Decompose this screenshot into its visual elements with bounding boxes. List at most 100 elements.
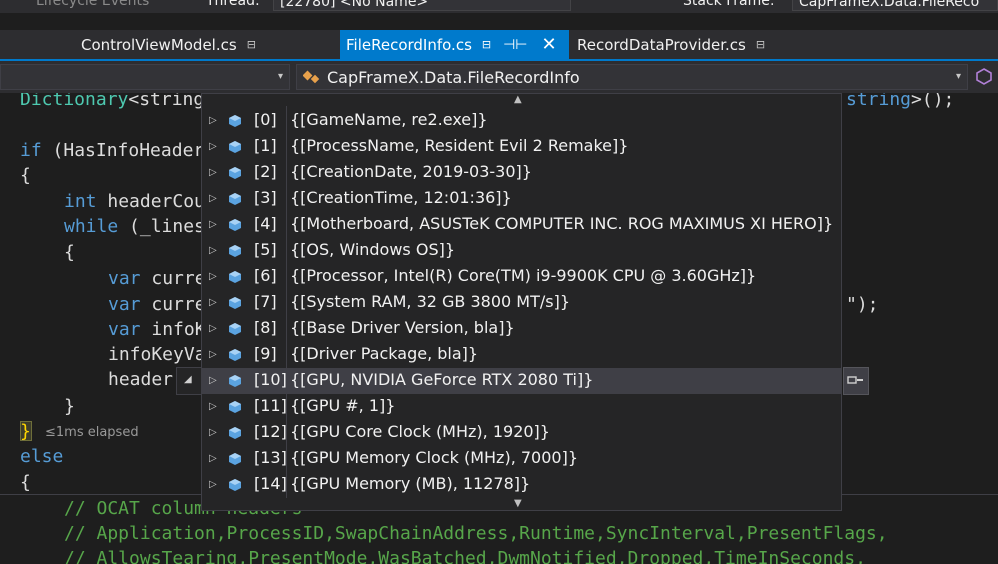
magnifier-icon: [847, 373, 865, 390]
tab-recorddataprovider[interactable]: RecordDataProvider.cs ⊟: [569, 30, 799, 59]
expand-triangle-icon[interactable]: ▷: [209, 271, 217, 282]
datatip-item-value[interactable]: {[GPU Memory Clock (MHz), 7000]}: [290, 448, 578, 467]
parent-datatip[interactable]: ◢: [176, 367, 202, 395]
thread-dropdown[interactable]: [22780] <No Name>: [273, 0, 571, 11]
expand-triangle-icon[interactable]: ▷: [209, 349, 217, 360]
datatip-item-name: [9]: [254, 344, 277, 363]
datatip-row[interactable]: ▷ [8] {[Base Driver Version, bla]}: [202, 316, 841, 342]
visualizer-button[interactable]: [843, 367, 869, 395]
datatip-row[interactable]: ▷ [13] {[GPU Memory Clock (MHz), 7000]}: [202, 446, 841, 472]
datatip-item-name: [2]: [254, 162, 277, 181]
datatip-row[interactable]: ▷ [1] {[ProcessName, Resident Evil 2 Remak…: [202, 134, 841, 160]
field-cube-icon: [229, 141, 241, 153]
code-line: var infoK: [108, 319, 206, 340]
datatip-row[interactable]: ▷ [7] {[System RAM, 32 GB 3800 MT/s]}: [202, 290, 841, 316]
datatip-popup[interactable]: ▲ ▷ [0] {[GameName, re2.exe]} ▷ [1] {[Process…: [201, 93, 842, 511]
datatip-row[interactable]: ▷ [9] {[Driver Package, bla]}: [202, 342, 841, 368]
datatip-item-value[interactable]: {[GPU, NVIDIA GeForce RTX 2080 Ti]}: [290, 370, 593, 389]
code-line: }: [64, 396, 75, 417]
datatip-item-name: [0]: [254, 110, 277, 129]
field-cube-icon: [229, 323, 241, 335]
expand-triangle-icon[interactable]: ▷: [209, 193, 217, 204]
expand-triangle-icon[interactable]: ▷: [209, 219, 217, 230]
datatip-item-name: [4]: [254, 214, 277, 233]
class-name: CapFrameX.Data.FileRecordInfo: [327, 68, 580, 87]
datatip-item-name: [14]: [254, 474, 287, 493]
perf-tip-elapsed[interactable]: ≤1ms elapsed: [45, 425, 139, 440]
datatip-row[interactable]: ▷ [12] {[GPU Core Clock (MHz), 1920]}: [202, 420, 841, 446]
expand-triangle-icon[interactable]: ▷: [209, 323, 217, 334]
datatip-item-value[interactable]: {[GPU Core Clock (MHz), 1920]}: [290, 422, 550, 441]
field-cube-icon: [229, 193, 241, 205]
code-line: }: [20, 421, 31, 442]
class-dropdown[interactable]: CapFrameX.Data.FileRecordInfo ▾: [296, 64, 968, 90]
datatip-item-value[interactable]: {[Base Driver Version, bla]}: [290, 318, 515, 337]
field-cube-icon: [229, 375, 241, 387]
tab-label: ControlViewModel.cs: [81, 35, 237, 54]
datatip-row[interactable]: ▷ [5] {[OS, Windows OS]}: [202, 238, 841, 264]
code-line: {: [20, 472, 31, 493]
debug-toolbar: Lifecycle Events Thread: [22780] <No Nam…: [0, 0, 998, 13]
thread-value: [22780] <No Name>: [280, 0, 429, 10]
tab-controlviewmodel[interactable]: ControlViewModel.cs ⊟: [70, 30, 340, 59]
code-line: {: [64, 242, 75, 263]
datatip-item-value[interactable]: {[Driver Package, bla]}: [290, 344, 478, 363]
datatip-row[interactable]: ▷ [0] {[GameName, re2.exe]}: [202, 108, 841, 134]
code-line: // AllowsTearing,PresentMode,WasBatched,…: [64, 548, 866, 564]
datatip-item-value[interactable]: {[ProcessName, Resident Evil 2 Remake]}: [290, 136, 628, 155]
datatip-item-value[interactable]: {[CreationDate, 2019-03-30]}: [290, 162, 532, 181]
datatip-item-value[interactable]: {[CreationTime, 12:01:36]}: [290, 188, 512, 207]
field-cube-icon: [229, 401, 241, 413]
datatip-row[interactable]: ▷ [14] {[GPU Memory (MB), 11278]}: [202, 472, 841, 498]
datatip-item-value[interactable]: {[OS, Windows OS]}: [290, 240, 455, 259]
collapse-arrow-icon[interactable]: ◢: [184, 374, 192, 385]
project-dropdown[interactable]: ▾: [0, 64, 290, 90]
expand-triangle-icon[interactable]: ▷: [209, 115, 217, 126]
code-line: var curre: [108, 268, 206, 289]
datatip-row[interactable]: ▷ [2] {[CreationDate, 2019-03-30]}: [202, 160, 841, 186]
expand-triangle-icon[interactable]: ▷: [209, 427, 217, 438]
datatip-item-value[interactable]: {[GPU Memory (MB), 11278]}: [290, 474, 530, 493]
datatip-item-value[interactable]: {[System RAM, 32 GB 3800 MT/s]}: [290, 292, 570, 311]
datatip-item-name: [5]: [254, 240, 277, 259]
pin-icon[interactable]: ⊟: [756, 38, 765, 51]
code-line: infoKeyVa: [108, 344, 206, 365]
field-cube-icon: [229, 479, 241, 491]
datatip-row[interactable]: ▷ [10] {[GPU, NVIDIA GeForce RTX 2080 Ti]}: [202, 368, 841, 394]
expand-triangle-icon[interactable]: ▷: [209, 141, 217, 152]
pin-icon[interactable]: ⊟: [482, 38, 491, 51]
scroll-down-icon[interactable]: ▼: [514, 498, 522, 509]
datatip-row[interactable]: ▷ [6] {[Processor, Intel(R) Core(TM) i9-99…: [202, 264, 841, 290]
datatip-item-value[interactable]: {[GameName, re2.exe]}: [290, 110, 488, 129]
datatip-item-name: [11]: [254, 396, 287, 415]
keep-tab-open-icon[interactable]: ⊣⊢: [503, 37, 527, 53]
tab-filerecordinfo[interactable]: FileRecordInfo.cs ⊟ ⊣⊢ ✕: [340, 30, 569, 59]
member-icon[interactable]: [975, 67, 993, 85]
datatip-row[interactable]: ▷ [4] {[Motherboard, ASUSTeK COMPUTER INC.…: [202, 212, 841, 238]
expand-triangle-icon[interactable]: ▷: [209, 167, 217, 178]
datatip-item-name: [8]: [254, 318, 277, 337]
code-line: int headerCou: [64, 191, 205, 212]
stack-frame-label: Stack Frame:: [683, 0, 775, 9]
datatip-item-name: [10]: [254, 370, 287, 389]
expand-triangle-icon[interactable]: ▷: [209, 401, 217, 412]
lifecycle-events-label[interactable]: Lifecycle Events: [36, 0, 149, 9]
expand-triangle-icon[interactable]: ▷: [209, 479, 217, 490]
scroll-up-icon[interactable]: ▲: [514, 94, 522, 105]
expand-triangle-icon[interactable]: ▷: [209, 297, 217, 308]
datatip-item-value[interactable]: {[Motherboard, ASUSTeK COMPUTER INC. ROG…: [290, 214, 833, 233]
field-cube-icon: [229, 167, 241, 179]
field-cube-icon: [229, 271, 241, 283]
datatip-item-value[interactable]: {[Processor, Intel(R) Core(TM) i9-9900K …: [290, 266, 756, 285]
datatip-item-value[interactable]: {[GPU #, 1]}: [290, 396, 395, 415]
code-line: if (HasInfoHeader: [20, 140, 205, 161]
datatip-row[interactable]: ▷ [3] {[CreationTime, 12:01:36]}: [202, 186, 841, 212]
stack-frame-dropdown[interactable]: CapFrameX.Data.FileReco: [792, 0, 998, 11]
datatip-row[interactable]: ▷ [11] {[GPU #, 1]}: [202, 394, 841, 420]
close-icon[interactable]: ✕: [542, 35, 557, 54]
document-tab-bar: ControlViewModel.cs ⊟ FileRecordInfo.cs …: [0, 30, 998, 59]
pin-icon[interactable]: ⊟: [247, 38, 256, 51]
expand-triangle-icon[interactable]: ▷: [209, 245, 217, 256]
expand-triangle-icon[interactable]: ▷: [209, 453, 217, 464]
expand-triangle-icon[interactable]: ▷: [209, 375, 217, 386]
